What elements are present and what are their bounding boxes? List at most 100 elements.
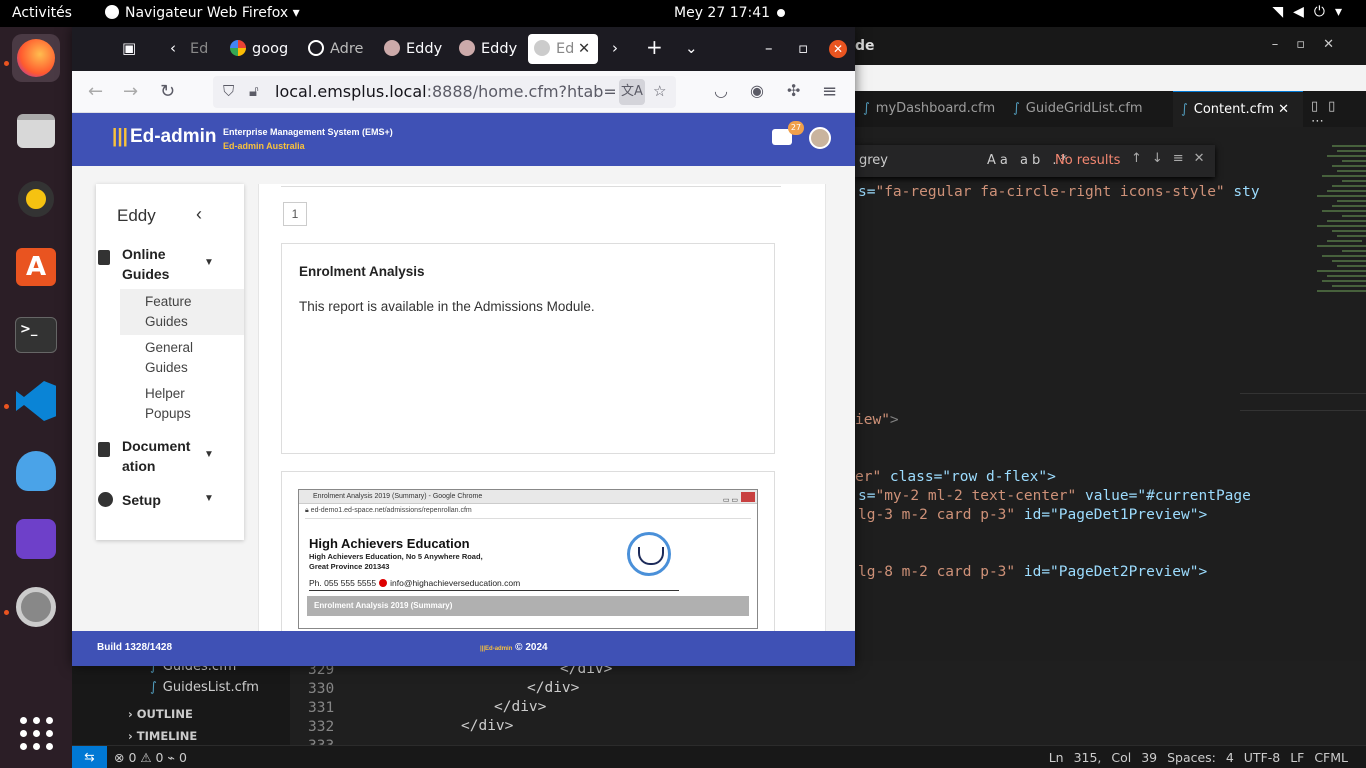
app-center-icon[interactable]: A bbox=[12, 243, 60, 291]
sidebar-group-documentation[interactable]: Document ation bbox=[98, 436, 190, 476]
sidebar-item-general-guides[interactable]: General Guides bbox=[120, 335, 244, 381]
editor-tabs: ∫ myDashboard.cfm ∫ GuideGridList.cfm ∫ Con… bbox=[855, 91, 1366, 129]
show-apps-icon[interactable] bbox=[20, 717, 53, 750]
coldfusion-file-icon: ∫ bbox=[863, 101, 870, 116]
find-result: No results bbox=[1055, 153, 1121, 168]
browser-tab[interactable]: Eddy bbox=[453, 34, 523, 64]
divider bbox=[309, 590, 679, 591]
guides-sidebar: Eddy ‹ Online Guides ▼ Feature Guides Gene… bbox=[96, 184, 244, 540]
collapse-sidebar-icon[interactable]: ‹ bbox=[196, 204, 202, 225]
browser-tab[interactable]: goog bbox=[224, 34, 294, 64]
insecure-lock-icon[interactable]: 🔓︎ bbox=[249, 82, 259, 100]
terminal-icon[interactable]: >_ bbox=[12, 311, 60, 359]
volume-icon: ◀ bbox=[1293, 4, 1314, 20]
scroll-tabs-left-icon[interactable]: ‹ bbox=[170, 39, 176, 57]
tab-guidegridlist[interactable]: ∫ GuideGridList.cfm bbox=[1005, 91, 1170, 127]
browser-tab[interactable]: Adre bbox=[302, 34, 372, 64]
code-line: s="fa-regular fa-circle-right icons-styl… bbox=[858, 184, 1260, 200]
firefox-icon[interactable] bbox=[12, 34, 60, 82]
chevron-down-icon: ▾ bbox=[1334, 4, 1352, 20]
close-tab-icon[interactable]: ✕ bbox=[578, 34, 590, 64]
list-all-tabs-icon[interactable]: ⌄ bbox=[685, 39, 698, 57]
page-button[interactable]: 1 bbox=[283, 202, 307, 226]
back-icon[interactable]: ← bbox=[88, 81, 103, 102]
find-widget: grey Aa ab .* No results ↑↓≡✕ bbox=[855, 145, 1215, 177]
info-icon bbox=[308, 40, 324, 56]
logo-bars-icon: ||| bbox=[112, 126, 128, 147]
scroll-tabs-right-icon[interactable]: › bbox=[612, 39, 618, 57]
browser-tab[interactable]: Ed bbox=[184, 34, 214, 64]
edadmin-logo[interactable]: ||| Ed-admin bbox=[112, 126, 217, 148]
outline-section[interactable]: › OUTLINE bbox=[128, 707, 193, 721]
software-updater-icon[interactable] bbox=[12, 583, 60, 631]
remote-indicator[interactable]: ⇆ bbox=[72, 746, 107, 768]
explorer-panel: ∫ Guides.cfm ∫ GuidesList.cfm › OUTLINE › … bbox=[72, 659, 290, 745]
caret-down-icon[interactable]: ▼ bbox=[204, 449, 214, 460]
azure-data-studio-icon[interactable] bbox=[12, 447, 60, 495]
new-tab-icon[interactable]: + bbox=[646, 35, 663, 59]
user-avatar-icon bbox=[384, 40, 400, 56]
screenshot-school-name: High Achievers Education bbox=[309, 536, 470, 551]
book-icon bbox=[98, 250, 110, 265]
screenshot-contact: Ph. 055 555 5555 info@highachieverseducat… bbox=[309, 578, 521, 588]
close-window-icon[interactable]: ✕ bbox=[829, 40, 847, 58]
sidebar-item-feature-guides[interactable]: Feature Guides bbox=[120, 289, 244, 335]
maximize-icon[interactable]: ▫ bbox=[798, 39, 808, 57]
bookmark-star-icon[interactable]: ☆ bbox=[653, 82, 666, 100]
gear-icon bbox=[98, 492, 113, 507]
dot-icon bbox=[379, 579, 388, 587]
file-item[interactable]: ∫ GuidesList.cfm bbox=[150, 680, 259, 695]
sidebar-item-helper-popups[interactable]: Helper Popups bbox=[120, 381, 244, 427]
sidebar-group-setup[interactable]: Setup bbox=[98, 490, 161, 510]
browser-tab[interactable]: Eddy bbox=[378, 34, 448, 64]
system-top-bar: Activités Navigateur Web Firefox ▾ Mey 2… bbox=[0, 0, 1366, 27]
minimize-icon[interactable]: – bbox=[765, 39, 773, 57]
code-line: er" class="row d-flex"> bbox=[855, 469, 1056, 485]
window-controls[interactable]: –▫✕ bbox=[1272, 37, 1352, 52]
find-nav-buttons[interactable]: ↑↓≡✕ bbox=[1131, 151, 1215, 166]
close-icon[interactable]: ✕ bbox=[1278, 102, 1289, 117]
menu-icon[interactable]: ≡ bbox=[822, 81, 837, 102]
translate-icon[interactable]: 文A bbox=[619, 79, 645, 105]
code-line: lg-8 m-2 card p-3" id="PageDet2Preview"> bbox=[858, 564, 1208, 580]
problems-indicator[interactable]: ⊗ 0 ⚠ 0 ⌁ 0 bbox=[114, 750, 187, 765]
status-right[interactable]: Ln 315, Col 39 Spaces: 4 UTF-8 LF CFML bbox=[1049, 750, 1348, 765]
guide-card: Enrolment Analysis This report is availa… bbox=[281, 243, 775, 454]
extensions-icon[interactable]: ✣ bbox=[787, 81, 800, 100]
clock[interactable]: Mey 27 17:41 bbox=[674, 5, 770, 21]
caret-down-icon[interactable]: ▼ bbox=[204, 257, 214, 268]
system-menu[interactable]: ◥◀⏻▾ bbox=[1272, 4, 1352, 20]
tab-content[interactable]: ∫ Content.cfm ✕ bbox=[1173, 91, 1303, 127]
vscode-icon[interactable] bbox=[12, 377, 60, 425]
browser-tab-active[interactable]: Ed ✕ bbox=[528, 34, 598, 64]
timeline-section[interactable]: › TIMELINE bbox=[128, 729, 197, 743]
sidebar-group-online-guides[interactable]: Online Guides bbox=[98, 244, 169, 284]
forward-icon[interactable]: → bbox=[123, 81, 138, 102]
firefox-view-icon[interactable]: ▣ bbox=[122, 39, 136, 57]
files-icon[interactable] bbox=[12, 107, 60, 155]
minimap[interactable] bbox=[1312, 145, 1366, 745]
avatar[interactable] bbox=[809, 127, 831, 149]
notification-badge: 27 bbox=[788, 121, 804, 135]
url-text[interactable]: local.emsplus.local:8888/home.cfm?htab=6… bbox=[275, 82, 615, 101]
app-menu-label: Navigateur Web Firefox bbox=[125, 5, 289, 21]
find-input[interactable]: grey bbox=[859, 153, 888, 168]
github-desktop-icon[interactable] bbox=[12, 515, 60, 563]
rhythmbox-icon[interactable] bbox=[12, 175, 60, 223]
url-bar[interactable]: ⛉ 🔓︎ local.emsplus.local:8888/home.cfm?h… bbox=[213, 76, 676, 108]
activities-button[interactable]: Activités bbox=[12, 5, 72, 21]
vscode-title: de bbox=[855, 38, 875, 54]
reload-icon[interactable]: ↻ bbox=[160, 81, 175, 102]
account-icon[interactable]: ◉ bbox=[750, 81, 764, 100]
line-numbers: 329 330 331 332 333 bbox=[308, 662, 335, 754]
caret-down-icon[interactable]: ▼ bbox=[204, 493, 214, 504]
school-logo bbox=[627, 532, 671, 576]
power-icon: ⏻ bbox=[1313, 4, 1335, 20]
shield-icon[interactable]: ⛉ bbox=[223, 82, 234, 100]
pocket-icon[interactable]: ◡ bbox=[714, 81, 728, 100]
editor-actions[interactable]: ▯▯ ⋯ bbox=[1311, 99, 1366, 129]
app-menu[interactable]: Navigateur Web Firefox ▾ bbox=[105, 5, 300, 21]
tab-mydashboard[interactable]: ∫ myDashboard.cfm bbox=[855, 91, 995, 127]
coldfusion-file-icon: ∫ bbox=[1013, 101, 1020, 116]
user-avatar-icon bbox=[459, 40, 475, 56]
